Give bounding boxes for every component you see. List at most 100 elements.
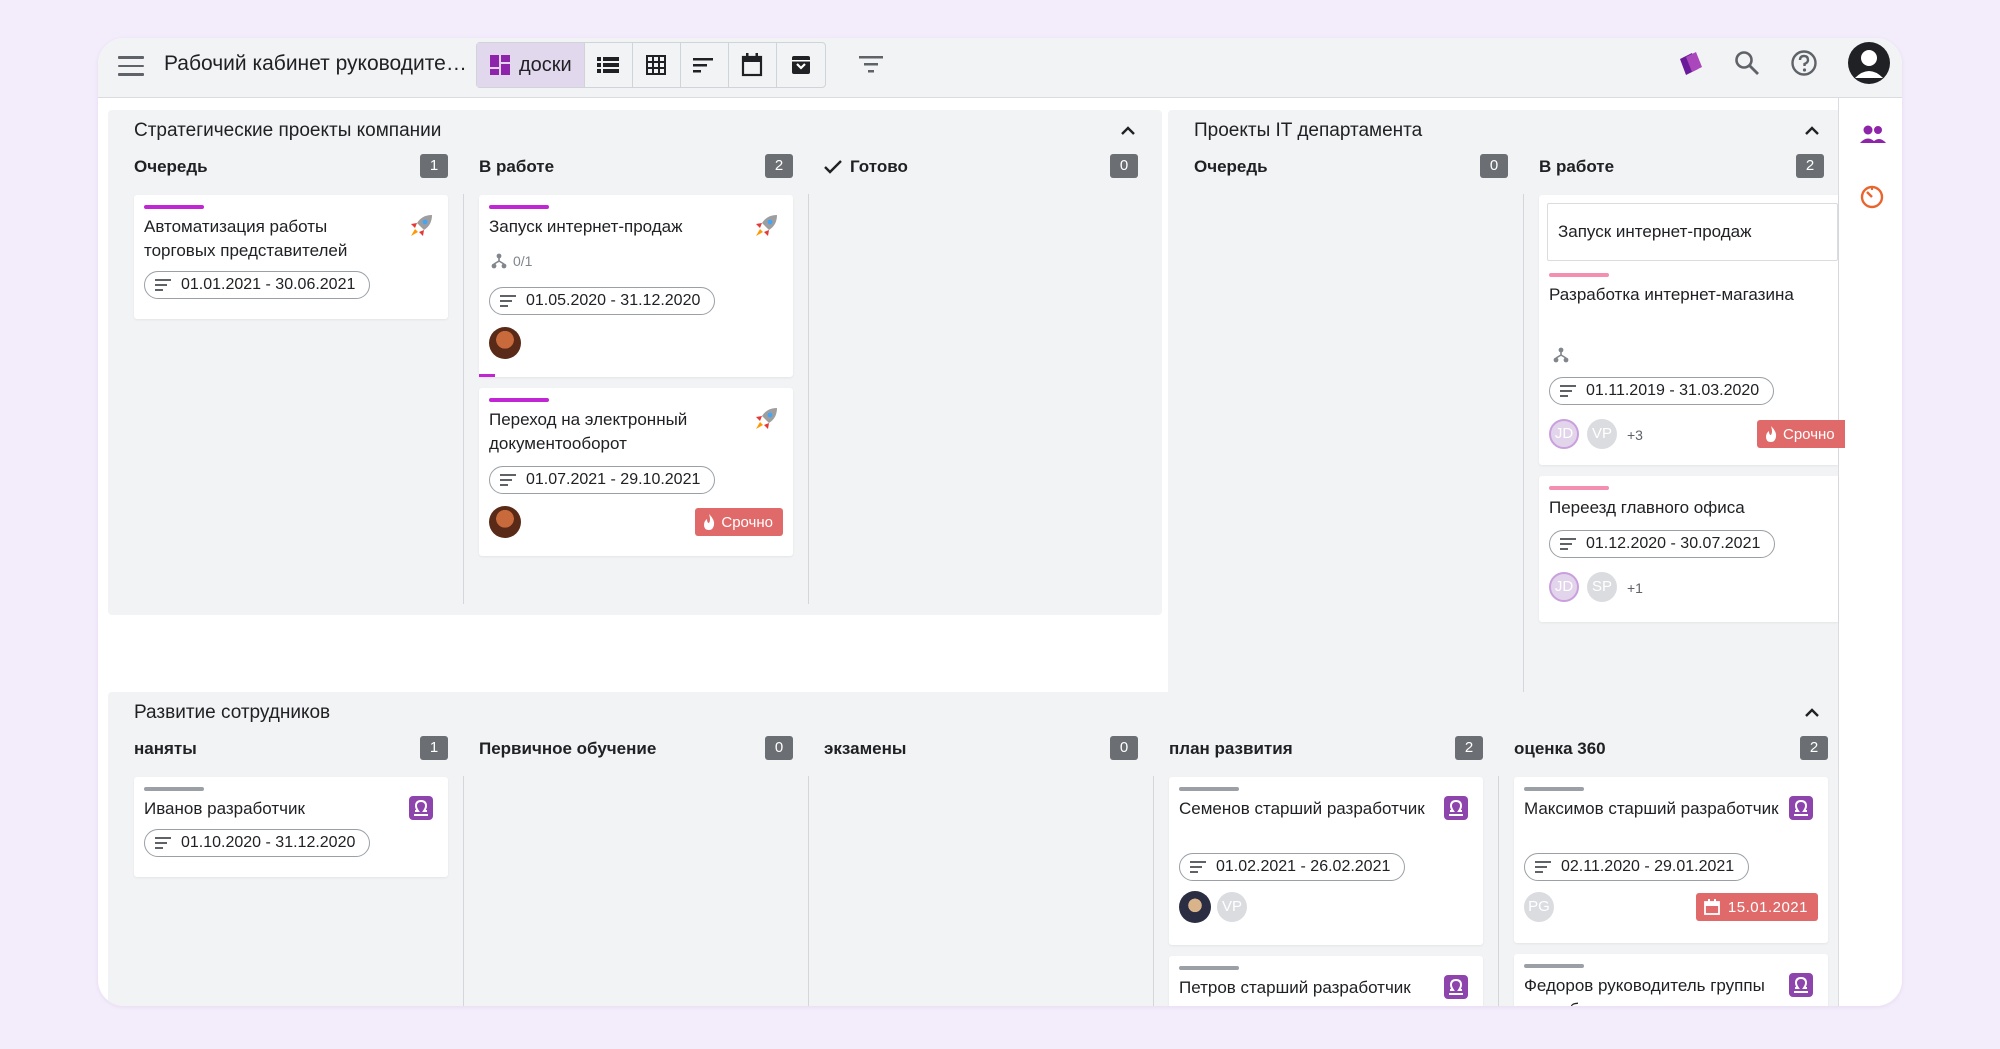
- column-count: 0: [1110, 154, 1138, 178]
- task-card[interactable]: Иванов разработчик 01.10.2020 - 31.12.20…: [134, 777, 448, 877]
- collapse-icon[interactable]: [1802, 124, 1822, 138]
- column-header: В работе 2: [1539, 154, 1824, 180]
- column-header: оценка 360 2: [1514, 736, 1828, 762]
- date-range: 01.11.2019 - 31.03.2020: [1586, 382, 1760, 399]
- column-count: 0: [1110, 736, 1138, 760]
- task-card[interactable]: Федоров руководитель группы разработчико…: [1514, 954, 1828, 1006]
- team-icon[interactable]: [1859, 124, 1887, 144]
- filter-icon[interactable]: [858, 54, 884, 74]
- assignee-avatar[interactable]: [489, 327, 521, 359]
- column-count: 1: [420, 154, 448, 178]
- parent-task[interactable]: Запуск интернет-продаж: [1547, 203, 1838, 261]
- date-range: 02.11.2020 - 29.01.2021: [1561, 858, 1735, 875]
- calendar-icon: [1704, 899, 1720, 915]
- column-count: 2: [1455, 736, 1483, 760]
- top-right-actions: [1646, 42, 1890, 84]
- task-card[interactable]: Запуск интернет-продаж 0/1 01.05.2020 - …: [479, 195, 793, 377]
- column-count: 2: [765, 154, 793, 178]
- date-range: 01.07.2021 - 29.10.2021: [526, 471, 701, 488]
- collapse-icon[interactable]: [1118, 124, 1138, 138]
- help-icon[interactable]: [1790, 49, 1818, 77]
- assignee-avatar[interactable]: PG: [1524, 892, 1554, 922]
- date-range-chip: 01.12.2020 - 30.07.2021: [1549, 530, 1776, 558]
- view-list-button[interactable]: [585, 43, 633, 87]
- card-title: Запуск интернет-продаж: [489, 217, 683, 236]
- view-table-button[interactable]: [633, 43, 681, 87]
- urgent-badge: Срочно: [695, 508, 783, 536]
- description-icon: [500, 474, 516, 486]
- calendar-icon: [742, 53, 763, 77]
- card-color-bar: [144, 205, 204, 209]
- column-divider: [463, 194, 464, 604]
- card-color-bar: [489, 398, 549, 402]
- column-name: экзамены: [824, 739, 907, 758]
- fire-icon: [704, 514, 715, 530]
- column-name: оценка 360: [1514, 739, 1606, 758]
- assignee-avatar[interactable]: JD: [1549, 419, 1579, 449]
- view-gantt-button[interactable]: [681, 43, 729, 87]
- more-assignees[interactable]: +3: [1627, 427, 1643, 443]
- view-boards-label: доски: [519, 53, 572, 76]
- urgent-label: Срочно: [721, 513, 773, 531]
- timer-icon[interactable]: [1859, 184, 1885, 210]
- board-title: Развитие сотрудников: [134, 702, 331, 723]
- libra-icon: [1789, 796, 1813, 820]
- date-range-chip: 01.01.2021 - 30.06.2021: [144, 271, 371, 299]
- gantt-icon: [693, 58, 714, 73]
- board-it: Проекты IT департамента Очередь 0 В рабо…: [1168, 110, 1845, 715]
- column-header: Готово 0: [824, 154, 1138, 180]
- task-card[interactable]: Переход на электронный документооборот 0…: [479, 388, 793, 556]
- card-title: Максимов старший разработчик: [1524, 799, 1779, 818]
- search-icon[interactable]: [1734, 50, 1760, 76]
- assignee-avatar[interactable]: [489, 506, 521, 538]
- task-card[interactable]: Автоматизация работы торговых представит…: [134, 195, 448, 319]
- assignee-avatar[interactable]: JD: [1549, 572, 1579, 602]
- column-name: Готово: [850, 157, 908, 176]
- column-name-wrap: Готово: [824, 157, 908, 177]
- card-color-bar: [1179, 966, 1239, 970]
- assignee-avatar[interactable]: VP: [1587, 419, 1617, 449]
- assignee-avatar[interactable]: SP: [1587, 572, 1617, 602]
- description-icon: [155, 279, 171, 291]
- assignee-avatar[interactable]: VP: [1217, 892, 1247, 922]
- column-name: план развития: [1169, 739, 1293, 758]
- view-switcher: доски: [476, 42, 826, 88]
- task-card[interactable]: Переезд главного офиса 01.12.2020 - 30.0…: [1539, 476, 1838, 622]
- task-card[interactable]: Семенов старший разработчик 01.02.2021 -…: [1169, 777, 1483, 945]
- page-title: Рабочий кабинет руководите…: [164, 52, 467, 75]
- view-archive-button[interactable]: [777, 43, 825, 87]
- libra-icon: [1444, 796, 1468, 820]
- due-date: 15.01.2021: [1727, 898, 1808, 916]
- column-divider: [463, 776, 464, 1006]
- urgent-label: Срочно: [1783, 425, 1835, 443]
- view-calendar-button[interactable]: [729, 43, 777, 87]
- view-boards-button[interactable]: доски: [477, 43, 585, 87]
- archive-icon: [791, 56, 810, 74]
- top-bar: Рабочий кабинет руководите… доски: [98, 38, 1902, 98]
- overdue-date-badge: 15.01.2021: [1695, 893, 1818, 921]
- menu-icon[interactable]: [118, 56, 144, 78]
- task-card-group[interactable]: Запуск интернет-продаж Разработка интерн…: [1539, 195, 1845, 465]
- task-card[interactable]: Максимов старший разработчик 02.11.2020 …: [1514, 777, 1828, 943]
- column-name: Первичное обучение: [479, 739, 657, 758]
- table-icon: [646, 55, 667, 75]
- user-avatar[interactable]: [1848, 42, 1890, 84]
- collapse-icon[interactable]: [1802, 706, 1822, 720]
- more-assignees[interactable]: +1: [1627, 580, 1643, 596]
- column-header: экзамены 0: [824, 736, 1138, 762]
- card-progress-bar: [479, 374, 495, 377]
- subtasks-count: 0/1: [513, 253, 533, 269]
- date-range: 01.01.2021 - 30.06.2021: [181, 276, 356, 293]
- column-name: Очередь: [134, 157, 208, 176]
- task-card[interactable]: Петров старший разработчик: [1169, 956, 1483, 1006]
- board-title: Стратегические проекты компании: [134, 120, 442, 141]
- right-rail: [1838, 98, 1902, 1006]
- card-color-bar: [144, 787, 204, 791]
- card-title: Автоматизация работы торговых представит…: [144, 217, 348, 260]
- date-range: 01.02.2021 - 26.02.2021: [1216, 858, 1391, 875]
- assignee-photo-avatar[interactable]: [1179, 891, 1211, 923]
- card-title: Разработка интернет-магазина: [1549, 285, 1794, 304]
- column-count: 2: [1796, 154, 1824, 178]
- cards-logo-icon[interactable]: [1676, 49, 1704, 77]
- libra-icon: [1789, 973, 1813, 997]
